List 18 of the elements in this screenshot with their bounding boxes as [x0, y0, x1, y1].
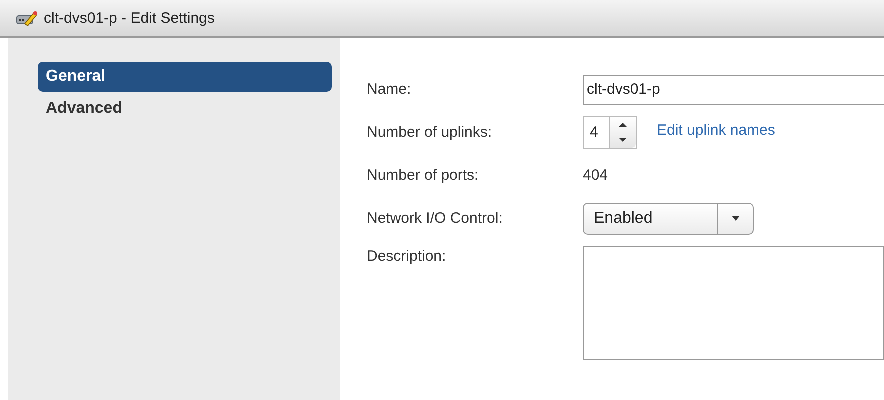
switch-edit-icon [16, 10, 38, 26]
description-field[interactable] [583, 246, 884, 360]
sidebar-item[interactable]: Advanced [38, 94, 332, 124]
edit-uplink-names-link[interactable]: Edit uplink names [657, 122, 776, 139]
uplinks-spinner[interactable]: 4 [583, 116, 637, 149]
caret-icon [732, 216, 740, 221]
network-io-dropdown[interactable]: Enabled [583, 202, 754, 234]
sidebar-item[interactable]: General [38, 62, 332, 92]
ports-value: 404 [583, 167, 608, 184]
window-title: clt-dvs01-p - Edit Settings [44, 10, 215, 26]
name-field[interactable]: clt-dvs01-p [583, 74, 884, 104]
decrement-icon[interactable] [618, 137, 628, 144]
increment-icon[interactable] [618, 122, 628, 128]
field-label: Description: [367, 247, 448, 265]
field-label: Name: [367, 81, 412, 98]
field-label: Number of uplinks: [367, 124, 494, 141]
field-label: Network I/O Control: [367, 210, 504, 227]
field-label: Number of ports: [367, 167, 480, 184]
